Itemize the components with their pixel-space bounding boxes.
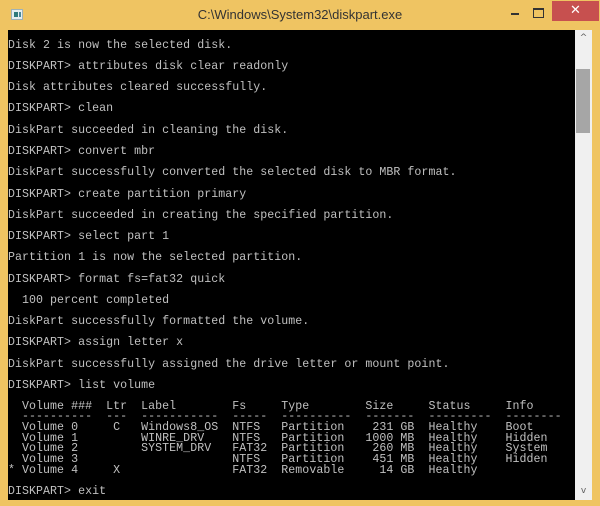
volume-table-row-selected: * Volume 4 X FAT32 Removable 14 GB Healt… xyxy=(8,464,478,477)
maximize-button[interactable] xyxy=(526,1,548,23)
close-icon: ✕ xyxy=(570,3,581,18)
console-line: DISKPART> assign letter x xyxy=(8,336,184,349)
console-line: DISKPART> list volume xyxy=(8,379,156,392)
console-line: Disk attributes cleared successfully. xyxy=(8,81,268,94)
console-line: 100 percent completed xyxy=(8,294,170,307)
console-line: DiskPart successfully converted the sele… xyxy=(8,166,457,179)
console-line: DISKPART> attributes disk clear readonly xyxy=(8,60,289,73)
console-line: DISKPART> format fs=fat32 quick xyxy=(8,273,226,286)
scroll-thumb[interactable] xyxy=(576,69,590,133)
chevron-up-icon: ^ xyxy=(579,33,588,43)
title-bar[interactable]: C:\Windows\System32\diskpart.exe ✕ xyxy=(0,0,600,30)
scroll-up-button[interactable]: ^ xyxy=(575,30,592,47)
console-line: DISKPART> select part 1 xyxy=(8,230,170,243)
chevron-down-icon: v xyxy=(580,486,587,496)
console-prompt-line: DISKPART> exit xyxy=(8,485,107,498)
console-line: DISKPART> create partition primary xyxy=(8,188,247,201)
maximize-icon xyxy=(533,8,544,18)
vertical-scrollbar[interactable]: ^ v xyxy=(575,30,592,500)
console-window: C:\Windows\System32\diskpart.exe ✕ Disk … xyxy=(0,0,600,506)
minimize-button[interactable] xyxy=(503,1,525,23)
console-output[interactable]: Disk 2 is now the selected disk. DISKPAR… xyxy=(8,30,575,500)
console-line: DiskPart succeeded in creating the speci… xyxy=(8,209,394,222)
console-line: DiskPart successfully assigned the drive… xyxy=(8,358,450,371)
console-line: DiskPart succeeded in cleaning the disk. xyxy=(8,124,289,137)
console-line: DISKPART> clean xyxy=(8,102,114,115)
console-line: DiskPart successfully formatted the volu… xyxy=(8,315,310,328)
minimize-icon xyxy=(511,13,519,15)
console-line: Partition 1 is now the selected partitio… xyxy=(8,251,303,264)
console-line: DISKPART> convert mbr xyxy=(8,145,156,158)
close-button[interactable]: ✕ xyxy=(552,1,599,21)
scroll-down-button[interactable]: v xyxy=(575,483,592,500)
console-line: Disk 2 is now the selected disk. xyxy=(8,39,233,52)
